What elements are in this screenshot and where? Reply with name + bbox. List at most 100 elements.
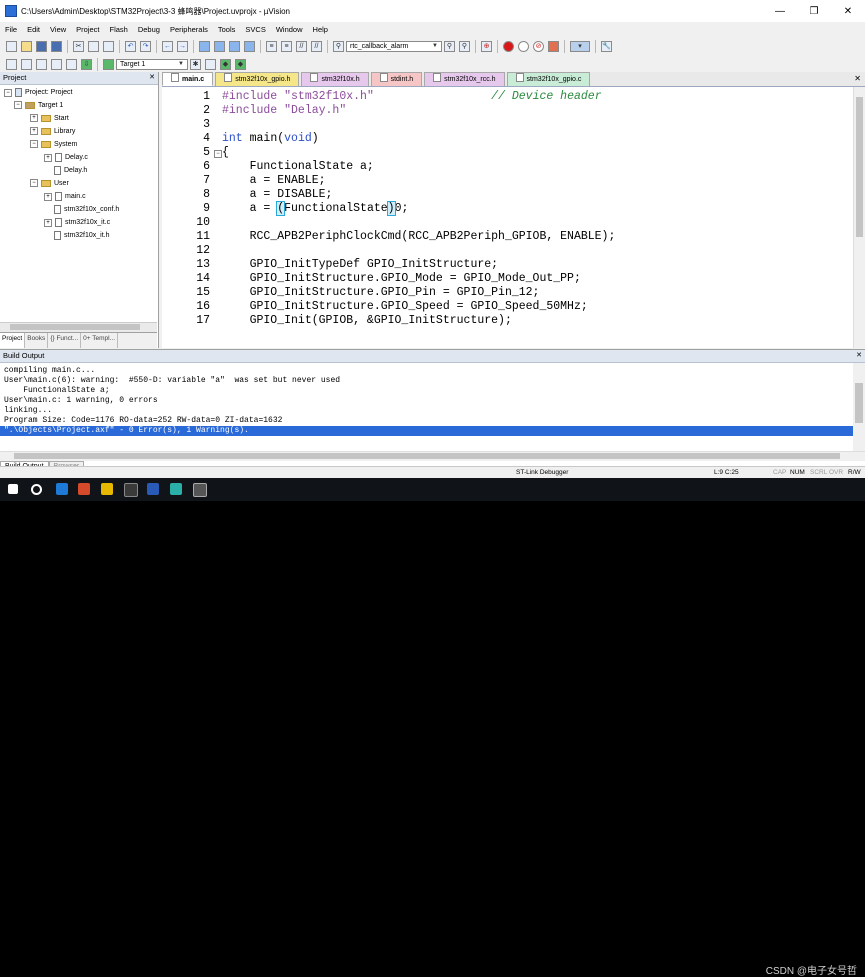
code-line[interactable]: { (222, 146, 229, 159)
tab-stm32f10x-gpio-h[interactable]: stm32f10x_gpio.h (215, 72, 300, 86)
breakpoint-icon[interactable] (503, 40, 514, 52)
taskbar-app-icon[interactable] (170, 483, 182, 495)
tree-item-folder-user[interactable]: − User (30, 179, 69, 187)
menu-file[interactable]: File (0, 25, 22, 34)
build-output-line[interactable]: User\main.c(6): warning: #550-D: variabl… (4, 376, 340, 386)
code-line[interactable]: GPIO_InitStructure.GPIO_Mode = GPIO_Mode… (222, 272, 581, 285)
code-line[interactable]: int main(void) (222, 132, 319, 145)
next-bookmark-icon[interactable] (229, 40, 240, 52)
build-output-line[interactable]: compiling main.c... (4, 366, 95, 376)
code-line[interactable]: a = (FunctionalState)0; (222, 201, 408, 216)
taskbar-app-icon[interactable] (147, 483, 159, 495)
powerpoint-icon[interactable] (78, 483, 90, 495)
maximize-button[interactable]: ❐ (797, 0, 831, 22)
redo-icon[interactable]: ↷ (140, 40, 151, 52)
scroll-thumb[interactable] (856, 97, 863, 237)
tab-stm32f10x-gpio-c[interactable]: stm32f10x_gpio.c (506, 72, 591, 86)
nav-forward-icon[interactable]: → (177, 40, 188, 52)
build-output-vertical-scrollbar[interactable] (853, 363, 865, 451)
code-line[interactable]: GPIO_InitStructure.GPIO_Pin = GPIO_Pin_1… (222, 286, 540, 299)
code-line[interactable]: GPIO_InitStructure.GPIO_Speed = GPIO_Spe… (222, 300, 588, 313)
tab-stm32f10x-rcc-h[interactable]: stm32f10x_rcc.h (424, 72, 505, 86)
rebuild-icon[interactable] (36, 58, 47, 70)
clear-bookmarks-icon[interactable] (244, 40, 255, 52)
expand-icon[interactable]: + (44, 192, 52, 201)
menu-debug[interactable]: Debug (133, 25, 165, 34)
expand-icon[interactable]: + (44, 218, 52, 227)
find-in-files-icon[interactable]: ⚲ (333, 40, 344, 52)
manage-components-icon[interactable]: ◆ (220, 58, 231, 70)
nav-back-icon[interactable]: ← (162, 40, 173, 52)
menu-peripherals[interactable]: Peripherals (165, 25, 213, 34)
code-line[interactable]: FunctionalState a; (222, 160, 374, 173)
tree-item-folder-start[interactable]: + Start (30, 114, 69, 122)
comment-icon[interactable]: // (296, 40, 307, 52)
tab-functions[interactable]: {} Funct... (48, 333, 82, 348)
menu-edit[interactable]: Edit (22, 25, 45, 34)
target-options-icon[interactable]: ✱ (190, 58, 201, 70)
download-icon[interactable]: ⇩ (81, 58, 92, 70)
build-output-line[interactable]: FunctionalState a; (4, 386, 109, 396)
tree-item-target[interactable]: − Target 1 (14, 101, 63, 109)
menu-flash[interactable]: Flash (105, 25, 133, 34)
tree-item-file-delay-h[interactable]: Delay.h (54, 166, 87, 175)
code-line[interactable]: GPIO_InitTypeDef GPIO_InitStructure; (222, 258, 498, 271)
line-number-gutter[interactable]: 1 2 3 4 5−6 7 8 9 10 11 12 13 14 15 16 17 (162, 87, 222, 348)
new-file-icon[interactable] (6, 40, 17, 52)
build-output-line[interactable]: User\main.c: 1 warning, 0 errors (4, 396, 158, 406)
tree-item-folder-system[interactable]: − System (30, 140, 77, 148)
menu-window[interactable]: Window (271, 25, 308, 34)
close-icon[interactable]: ✕ (856, 350, 862, 362)
code-line[interactable]: RCC_APB2PeriphClockCmd(RCC_APB2Periph_GP… (222, 230, 616, 243)
tab-books[interactable]: Books (25, 333, 49, 348)
select-target-icon[interactable] (103, 58, 114, 70)
tree-item-file-conf-h[interactable]: stm32f10x_conf.h (54, 205, 119, 214)
build-output-line[interactable]: Program Size: Code=1176 RO-data=252 RW-d… (4, 416, 282, 426)
build-icon[interactable] (21, 58, 32, 70)
menu-svcs[interactable]: SVCS (240, 25, 270, 34)
build-output-line[interactable]: linking... (4, 406, 52, 416)
configure-icon[interactable]: 🔧 (601, 40, 612, 52)
tree-item-folder-library[interactable]: + Library (30, 127, 75, 135)
menu-view[interactable]: View (45, 25, 71, 34)
undo-icon[interactable]: ↶ (125, 40, 136, 52)
tab-templates[interactable]: 0+ Templ... (81, 333, 118, 348)
windows-start-icon[interactable] (8, 484, 18, 494)
code-line[interactable]: #include "stm32f10x.h" // Device header (222, 90, 602, 103)
menu-help[interactable]: Help (308, 25, 333, 34)
taskbar-app-icon[interactable] (124, 483, 138, 497)
tab-stm32f10x-h[interactable]: stm32f10x.h (301, 72, 369, 86)
build-output-horizontal-scrollbar[interactable] (0, 451, 865, 461)
find-icon[interactable]: ⚲ (444, 40, 455, 52)
minimize-button[interactable]: — (763, 0, 797, 22)
tree-item-file-main-c[interactable]: + main.c (44, 192, 86, 201)
tab-project[interactable]: Project (0, 333, 26, 348)
project-horizontal-scrollbar[interactable] (0, 322, 157, 332)
save-all-icon[interactable] (51, 40, 62, 52)
collapse-icon[interactable]: − (30, 179, 38, 187)
disable-breakpoint-icon[interactable] (518, 40, 529, 52)
pack-installer-icon[interactable]: ◆ (235, 58, 246, 70)
scroll-thumb[interactable] (855, 383, 863, 423)
prev-bookmark-icon[interactable] (214, 40, 225, 52)
translate-icon[interactable] (6, 58, 17, 70)
uncomment-icon[interactable]: // (311, 40, 322, 52)
clear-breakpoints-icon[interactable]: ⊘ (533, 40, 544, 52)
unindent-icon[interactable]: ≡ (281, 40, 292, 52)
tree-item-file-delay-c[interactable]: + Delay.c (44, 153, 88, 162)
expand-icon[interactable]: + (30, 114, 38, 122)
bookmark-icon[interactable] (199, 40, 210, 52)
open-file-icon[interactable] (21, 40, 32, 52)
edge-browser-icon[interactable] (56, 483, 68, 495)
paste-icon[interactable] (103, 40, 114, 52)
menu-tools[interactable]: Tools (213, 25, 241, 34)
batch-build-icon[interactable] (51, 58, 62, 70)
code-line[interactable]: a = ENABLE; (222, 174, 326, 187)
tree-item-file-it-h[interactable]: stm32f10x_it.h (54, 231, 110, 240)
cut-icon[interactable]: ✂ (73, 40, 84, 52)
tab-main-c[interactable]: main.c (162, 72, 214, 86)
menu-project[interactable]: Project (71, 25, 104, 34)
copy-icon[interactable] (88, 40, 99, 52)
code-area[interactable]: #include "stm32f10x.h" // Device header #… (222, 87, 850, 348)
search-icon[interactable] (31, 484, 42, 495)
